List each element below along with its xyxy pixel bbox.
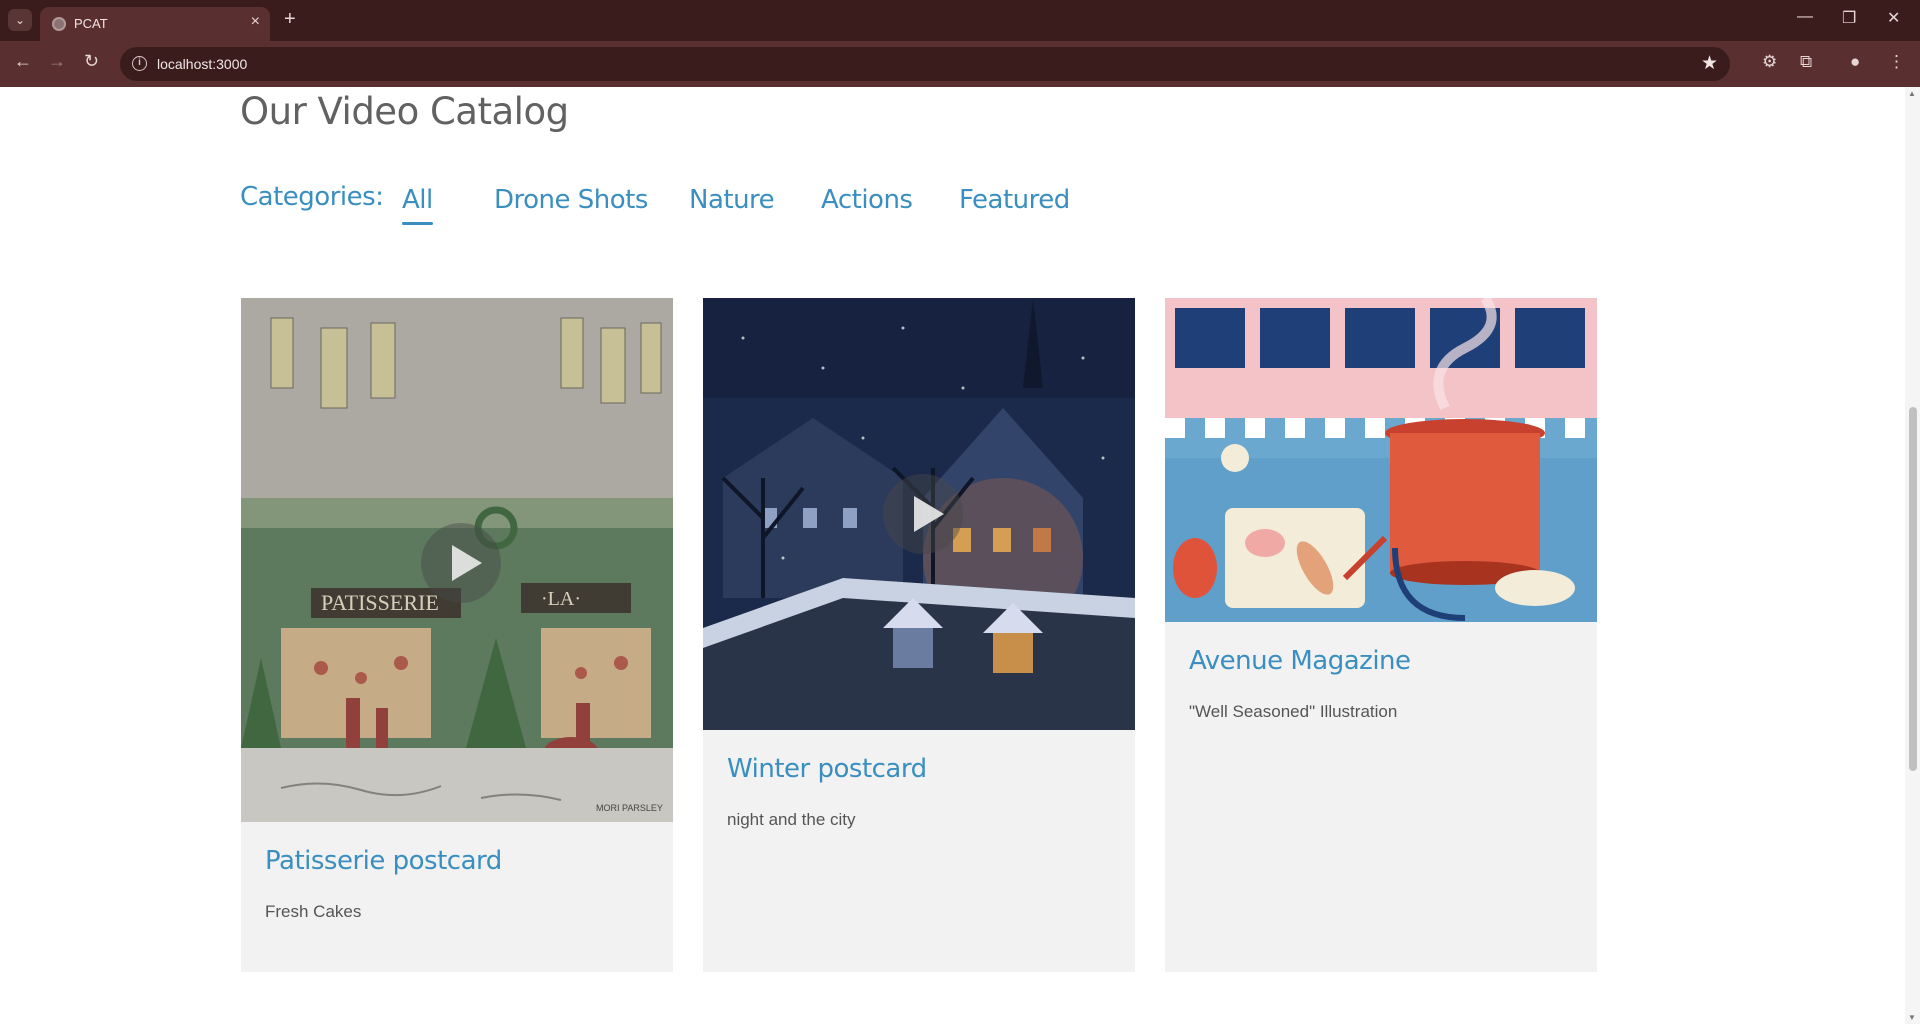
card-title[interactable]: Winter postcard (727, 754, 927, 784)
extensions-puzzle-icon[interactable]: ⧉ (1800, 52, 1812, 72)
tab-favicon-icon (52, 17, 66, 31)
category-nature[interactable]: Nature (689, 185, 775, 215)
tab-close-icon[interactable]: × (251, 13, 260, 31)
minimize-icon[interactable]: — (1797, 8, 1813, 26)
play-button-icon[interactable] (421, 523, 501, 603)
restore-icon[interactable]: ❐ (1842, 8, 1856, 28)
scroll-down-arrow-icon[interactable]: ▼ (1908, 1013, 1916, 1022)
browser-tab[interactable]: PCAT × (40, 7, 270, 41)
card-thumbnail[interactable] (1165, 298, 1597, 622)
new-tab-icon[interactable]: + (284, 8, 296, 31)
category-filter-bar: Categories: All Drone Shots Nature Actio… (240, 182, 1240, 232)
browser-toolbar: ← → ↻ i localhost:3000 ★ ⚙ ⧉ ● ⋮ (0, 41, 1920, 87)
card-thumbnail[interactable] (703, 298, 1135, 730)
kitchen-illustration (1165, 298, 1597, 622)
scroll-up-arrow-icon[interactable]: ▲ (1908, 89, 1916, 98)
page-title: Our Video Catalog (240, 90, 569, 133)
page-scrollbar[interactable]: ▲ ▼ (1905, 87, 1920, 1024)
address-bar[interactable]: i localhost:3000 ★ (120, 47, 1730, 81)
category-actions[interactable]: Actions (821, 185, 913, 215)
video-card[interactable]: Winter postcard night and the city (703, 298, 1135, 972)
forward-arrow-icon[interactable]: → (48, 51, 66, 72)
categories-label: Categories: (240, 182, 384, 212)
scrollbar-thumb[interactable] (1909, 407, 1917, 771)
card-description: Fresh Cakes (265, 902, 362, 921)
card-thumbnail[interactable]: PATISSERIE ·LA· MORI PARSLEY (241, 298, 673, 822)
reload-icon[interactable]: ↻ (84, 51, 99, 72)
category-drone-shots[interactable]: Drone Shots (494, 185, 648, 215)
bookmark-star-icon[interactable]: ★ (1701, 52, 1718, 75)
play-button-icon[interactable] (883, 474, 963, 554)
extension-gear-icon[interactable]: ⚙ (1762, 52, 1777, 72)
tab-search-chevron-icon[interactable]: ⌄ (8, 9, 32, 31)
page-viewport: Our Video Catalog Categories: All Drone … (0, 87, 1905, 1024)
card-title[interactable]: Avenue Magazine (1189, 646, 1411, 676)
video-card[interactable]: Avenue Magazine "Well Seasoned" Illustra… (1165, 298, 1597, 972)
category-all[interactable]: All (402, 185, 433, 225)
url-text[interactable]: localhost:3000 (157, 56, 247, 72)
card-description: night and the city (727, 810, 856, 829)
card-title[interactable]: Patisserie postcard (265, 846, 502, 876)
back-arrow-icon[interactable]: ← (14, 51, 32, 72)
browser-tab-bar: ⌄ PCAT × + — ❐ ✕ (0, 0, 1920, 41)
site-info-icon[interactable]: i (132, 56, 147, 71)
card-description: "Well Seasoned" Illustration (1189, 702, 1398, 721)
category-featured[interactable]: Featured (959, 185, 1070, 215)
video-card[interactable]: PATISSERIE ·LA· MORI PARSLEY Patisserie … (241, 298, 673, 972)
tab-title: PCAT (74, 16, 108, 31)
window-close-icon[interactable]: ✕ (1887, 8, 1900, 28)
browser-menu-icon[interactable]: ⋮ (1888, 52, 1905, 72)
profile-avatar-icon[interactable]: ● (1850, 52, 1860, 72)
svg-text:MORI PARSLEY: MORI PARSLEY (596, 803, 663, 813)
